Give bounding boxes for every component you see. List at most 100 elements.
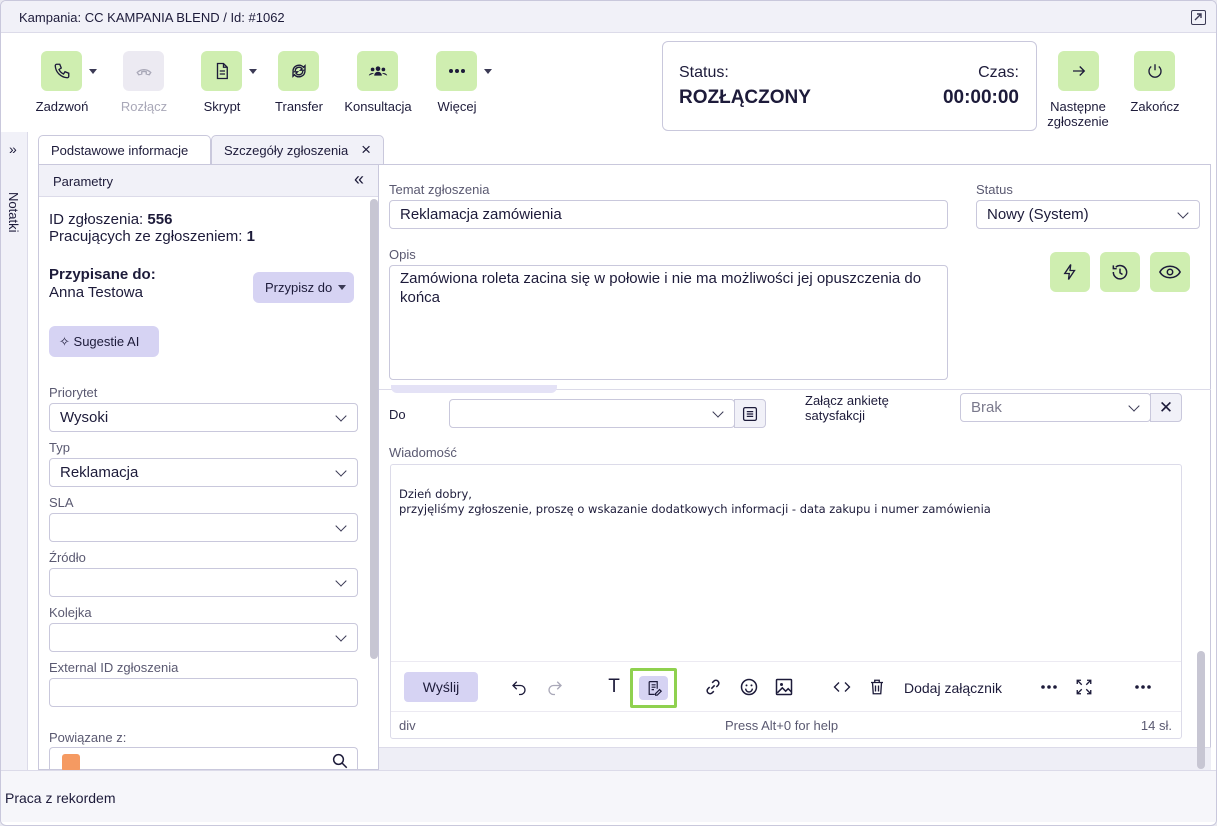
disconnect-label: Rozłącz bbox=[120, 99, 168, 114]
source-select[interactable] bbox=[49, 568, 358, 597]
tab-basic-info[interactable]: Podstawowe informacje bbox=[38, 135, 211, 164]
notes-side-tab[interactable]: » Notatki bbox=[1, 132, 28, 770]
source-label: Źródło bbox=[49, 550, 86, 565]
more-menu-icon[interactable] bbox=[1129, 673, 1157, 701]
script-dropdown-icon[interactable] bbox=[249, 69, 257, 74]
chevron-down-icon bbox=[1128, 400, 1140, 412]
queue-label: Kolejka bbox=[49, 605, 92, 620]
undo-icon[interactable] bbox=[505, 673, 533, 701]
call-label: Zadzwoń bbox=[35, 99, 89, 114]
users-icon bbox=[357, 51, 398, 91]
ticket-status-label: Status bbox=[976, 182, 1013, 197]
trash-icon[interactable] bbox=[863, 673, 891, 701]
status-divider bbox=[391, 711, 1181, 712]
document-icon bbox=[201, 51, 242, 91]
search-icon[interactable] bbox=[331, 752, 349, 770]
disconnect-button[interactable] bbox=[123, 51, 164, 91]
editor-content[interactable]: Dzień dobry, przyjęliśmy zgłoszenie, pro… bbox=[399, 487, 991, 517]
close-tab-icon[interactable]: × bbox=[361, 140, 371, 160]
chevron-down-icon bbox=[335, 575, 347, 587]
history-button[interactable] bbox=[1100, 252, 1140, 292]
list-icon bbox=[742, 406, 758, 421]
image-icon[interactable] bbox=[770, 673, 798, 701]
script-button[interactable] bbox=[201, 51, 242, 91]
script-label: Skrypt bbox=[203, 99, 241, 114]
bottom-bar: Praca z rekordem bbox=[1, 770, 1216, 822]
message-editor: Dzień dobry, przyjęliśmy zgłoszenie, pro… bbox=[390, 464, 1182, 739]
type-label: Typ bbox=[49, 440, 70, 455]
tab-ticket-details[interactable]: Szczegóły zgłoszenia × bbox=[211, 135, 384, 164]
assign-to-button[interactable]: Przypisz do bbox=[253, 272, 354, 303]
next-ticket-button[interactable] bbox=[1058, 51, 1099, 91]
collapse-chevrons-icon[interactable]: « bbox=[354, 169, 364, 190]
call-status-panel: Status: ROZŁĄCZONY Czas: 00:00:00 bbox=[662, 41, 1037, 131]
link-icon[interactable] bbox=[699, 673, 727, 701]
app-window: Kampania: CC KAMPANIA BLEND / Id: #1062 … bbox=[0, 0, 1217, 826]
priority-label: Priorytet bbox=[49, 385, 98, 400]
recipient-select[interactable] bbox=[449, 399, 735, 428]
next-ticket-label: Następne zgłoszenie bbox=[1047, 99, 1109, 129]
fullscreen-icon[interactable] bbox=[1070, 673, 1098, 701]
params-scrollbar[interactable] bbox=[370, 199, 378, 659]
eye-icon bbox=[1159, 265, 1181, 279]
close-icon: ✕ bbox=[1158, 397, 1174, 417]
working-count-row: Pracujących ze zgłoszeniem: 1 bbox=[49, 228, 255, 245]
external-id-label: External ID zgłoszenia bbox=[49, 660, 179, 675]
assigned-label: Przypisane do: bbox=[49, 266, 156, 283]
emoji-icon[interactable] bbox=[735, 673, 763, 701]
record-work-label[interactable]: Praca z rekordem bbox=[5, 790, 115, 806]
more-horizontal-icon bbox=[436, 51, 477, 91]
hangup-icon bbox=[123, 51, 164, 91]
lightning-icon bbox=[1063, 264, 1076, 280]
external-id-input[interactable] bbox=[49, 678, 358, 707]
finish-button[interactable] bbox=[1134, 51, 1175, 91]
more-dropdown-icon[interactable] bbox=[484, 69, 492, 74]
survey-select[interactable]: Brak bbox=[960, 393, 1151, 422]
transfer-label: Transfer bbox=[275, 99, 323, 114]
subject-input[interactable]: Reklamacja zamówienia bbox=[389, 200, 948, 229]
time-label: Czas: bbox=[978, 64, 1019, 81]
more-button[interactable] bbox=[436, 51, 477, 91]
related-label: Powiązane z: bbox=[49, 730, 127, 745]
sla-select[interactable] bbox=[49, 513, 358, 542]
clear-survey-button[interactable]: ✕ bbox=[1150, 393, 1182, 422]
contacts-list-button[interactable] bbox=[734, 399, 766, 428]
parameters-header: Parametry « bbox=[39, 165, 378, 197]
text-format-icon[interactable]: T bbox=[600, 673, 628, 701]
editor-divider bbox=[391, 661, 1181, 662]
automation-button[interactable] bbox=[1050, 252, 1090, 292]
chevron-down-icon bbox=[335, 465, 347, 477]
preview-button[interactable] bbox=[1150, 252, 1190, 292]
call-button[interactable] bbox=[41, 51, 82, 91]
more-options-icon[interactable] bbox=[1035, 673, 1063, 701]
add-attachment-button[interactable]: Dodaj załącznik bbox=[904, 680, 1002, 696]
editor-help: Press Alt+0 for help bbox=[725, 718, 839, 733]
priority-select[interactable]: Wysoki bbox=[49, 403, 358, 432]
status-label: Status: bbox=[679, 64, 729, 81]
template-button-highlight[interactable] bbox=[630, 668, 677, 708]
assign-dropdown-icon bbox=[338, 285, 346, 290]
chevron-down-icon bbox=[1177, 207, 1189, 219]
transfer-button[interactable] bbox=[278, 51, 319, 91]
popout-icon[interactable] bbox=[1191, 10, 1206, 25]
content-footer-band bbox=[379, 747, 1211, 770]
content-scrollbar[interactable] bbox=[1197, 651, 1205, 769]
description-label: Opis bbox=[389, 247, 416, 262]
status-value: ROZŁĄCZONY bbox=[679, 87, 811, 108]
type-select[interactable]: Reklamacja bbox=[49, 458, 358, 487]
word-count: 14 sł. bbox=[1140, 718, 1172, 733]
chevron-down-icon bbox=[335, 630, 347, 642]
ticket-status-select[interactable]: Nowy (System) bbox=[976, 200, 1200, 229]
finish-label: Zakończ bbox=[1130, 99, 1180, 114]
consultation-button[interactable] bbox=[357, 51, 398, 91]
chevron-down-icon bbox=[335, 520, 347, 532]
send-button[interactable]: Wyślij bbox=[404, 672, 478, 702]
description-textarea[interactable]: Zamówiona roleta zacina się w połowie i … bbox=[389, 265, 948, 380]
code-icon[interactable] bbox=[828, 673, 856, 701]
title-bar: Kampania: CC KAMPANIA BLEND / Id: #1062 bbox=[1, 1, 1216, 33]
ai-suggestions-button[interactable]: ✧ Sugestie AI bbox=[49, 326, 159, 357]
call-dropdown-icon[interactable] bbox=[89, 69, 97, 74]
queue-select[interactable] bbox=[49, 623, 358, 652]
redo-icon[interactable] bbox=[541, 673, 569, 701]
message-label: Wiadomość bbox=[389, 445, 457, 460]
